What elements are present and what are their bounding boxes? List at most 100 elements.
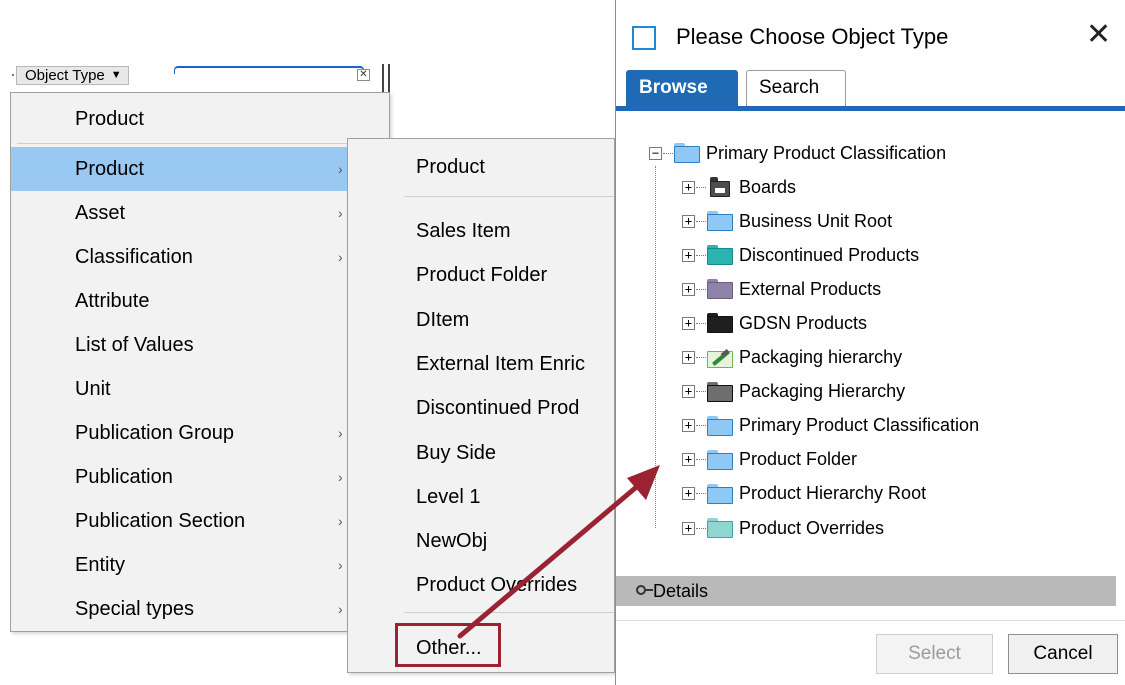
chevron-right-icon: ›	[338, 205, 343, 221]
expand-icon[interactable]: +	[682, 351, 695, 364]
tab-browse[interactable]: Browse	[626, 70, 738, 106]
submenu-separator	[404, 196, 614, 197]
tree-node[interactable]: + External Products	[682, 276, 881, 302]
folder-icon	[707, 415, 733, 436]
submenu-item-label: Product Folder	[416, 264, 548, 287]
submenu-item-external-item-enric[interactable]: External Item Enric	[348, 342, 614, 386]
tree-node[interactable]: + Product Folder	[682, 447, 857, 473]
menu-item-asset[interactable]: Asset ›	[11, 191, 389, 235]
expand-icon[interactable]: +	[682, 487, 695, 501]
clear-filter-icon[interactable]: ✕	[357, 69, 370, 81]
submenu-item-product-folder[interactable]: Product Folder	[348, 253, 614, 297]
expand-icon[interactable]: +	[682, 248, 695, 262]
submenu-item-ditem[interactable]: DItem	[348, 298, 614, 342]
tree-node[interactable]: + Packaging Hierarchy	[682, 379, 905, 405]
chevron-right-icon: ›	[338, 513, 343, 529]
tree-node-label: Boards	[739, 176, 797, 197]
menu-item-label: Publication Section	[75, 510, 246, 532]
expand-icon[interactable]: +	[682, 282, 695, 296]
tree-node[interactable]: + Packaging hierarchy	[682, 345, 902, 371]
menu-item-label: Asset	[75, 202, 126, 224]
menu-header-product[interactable]: Product	[11, 97, 389, 141]
menu-item-label: List of Values	[75, 334, 194, 356]
tree-node[interactable]: + Discontinued Products	[682, 242, 919, 268]
object-type-menu: Product Product › Asset › Classification › Att…	[10, 92, 390, 632]
tree-node-label: External Products	[739, 278, 882, 299]
folder-icon	[707, 245, 733, 266]
menu-item-classification[interactable]: Classification ›	[11, 235, 389, 279]
tree-connector	[696, 425, 706, 427]
object-type-filter: Object Type ▼ ✕	[12, 66, 372, 88]
submenu-item-sales-item[interactable]: Sales Item	[348, 209, 614, 253]
menu-item-entity[interactable]: Entity ›	[11, 543, 389, 587]
menu-item-unit[interactable]: Unit	[11, 367, 389, 411]
cancel-button[interactable]: Cancel	[1008, 634, 1118, 674]
choose-object-type-dialog: Please Choose Object Type ✕ Browse Searc…	[615, 0, 1125, 685]
dialog-title: Please Choose Object Type	[676, 24, 949, 49]
expand-icon[interactable]: +	[682, 521, 695, 535]
submenu-item-buy-side[interactable]: Buy Side	[348, 431, 614, 475]
expand-icon[interactable]: +	[682, 180, 695, 194]
tree-connector	[696, 527, 706, 529]
tree-connector	[696, 322, 706, 324]
tree-node[interactable]: + GDSN Products	[682, 310, 867, 336]
annotation-highlight-box	[395, 623, 501, 667]
folder-icon	[707, 279, 733, 300]
menu-item-label: Classification	[75, 246, 193, 268]
menu-item-label: Unit	[75, 378, 111, 400]
menu-item-publication[interactable]: Publication ›	[11, 455, 389, 499]
tree-node[interactable]: + Primary Product Classification	[682, 413, 979, 439]
tree-guide-line	[655, 166, 656, 528]
menu-item-publication-section[interactable]: Publication Section ›	[11, 499, 389, 543]
chevron-right-icon: ›	[338, 425, 343, 441]
caret-down-icon: ▼	[110, 69, 122, 81]
menu-item-product[interactable]: Product ›	[11, 147, 389, 191]
expand-icon[interactable]: +	[682, 385, 695, 399]
close-icon[interactable]: ✕	[1086, 18, 1111, 52]
expand-icon[interactable]: +	[682, 316, 695, 330]
expand-icon[interactable]: +	[682, 214, 695, 228]
dialog-titlebar[interactable]: Please Choose Object Type ✕	[616, 0, 1125, 70]
submenu-item-product-overrides[interactable]: Product Overrides	[348, 563, 614, 607]
submenu-item-level-1[interactable]: Level 1	[348, 475, 614, 519]
menu-item-label: Entity	[75, 554, 126, 576]
tree-connector	[696, 220, 706, 222]
tree-node-label: Packaging Hierarchy	[739, 381, 906, 402]
tree-node[interactable]: + Product Overrides	[682, 515, 884, 541]
tab-search[interactable]: Search	[746, 70, 846, 106]
details-section-bar[interactable]: Details	[616, 576, 1116, 606]
chevron-right-icon: ›	[338, 557, 343, 573]
expand-icon[interactable]: +	[682, 453, 695, 467]
filter-input-outline[interactable]	[174, 66, 364, 74]
expand-details-icon	[636, 585, 646, 595]
select-button[interactable]: Select	[876, 634, 993, 674]
collapse-icon[interactable]: −	[649, 146, 662, 160]
object-type-dropdown[interactable]: Object Type ▼	[16, 66, 129, 85]
submenu-header-product[interactable]: Product	[348, 145, 614, 189]
submenu-item-newobj[interactable]: NewObj	[348, 519, 614, 563]
tree-node[interactable]: + Boards	[682, 174, 796, 200]
submenu-item-label: External Item Enric	[416, 352, 585, 375]
menu-item-publication-group[interactable]: Publication Group ›	[11, 411, 389, 455]
menu-item-attribute[interactable]: Attribute	[11, 279, 389, 323]
tree-node-label: Product Overrides	[739, 517, 885, 538]
tree-node-label: Discontinued Products	[739, 244, 920, 265]
tree-node[interactable]: + Business Unit Root	[682, 208, 892, 234]
submenu-item-label: Sales Item	[416, 220, 511, 242]
tree-root-label: Primary Product Classification	[706, 142, 947, 163]
menu-item-list-of-values[interactable]: List of Values	[11, 323, 389, 367]
details-label: Details	[653, 581, 709, 601]
submenu-item-discontinued-prod[interactable]: Discontinued Prod	[348, 386, 614, 430]
tree-node-label: GDSN Products	[739, 312, 868, 333]
dialog-footer-divider	[616, 620, 1125, 621]
tree-root-node[interactable]: − Primary Product Classification	[649, 140, 946, 166]
tree-connector	[696, 254, 706, 256]
chevron-right-icon: ›	[338, 601, 343, 617]
expand-icon[interactable]: +	[682, 419, 695, 433]
submenu-item-label: Buy Side	[416, 441, 497, 464]
menu-header-label: Product	[75, 108, 144, 130]
tree-node[interactable]: + Product Hierarchy Root	[682, 481, 926, 507]
menu-item-special-types[interactable]: Special types ›	[11, 587, 389, 631]
menu-item-label: Special types	[75, 598, 194, 620]
tree-node-label: Packaging hierarchy	[739, 347, 903, 367]
